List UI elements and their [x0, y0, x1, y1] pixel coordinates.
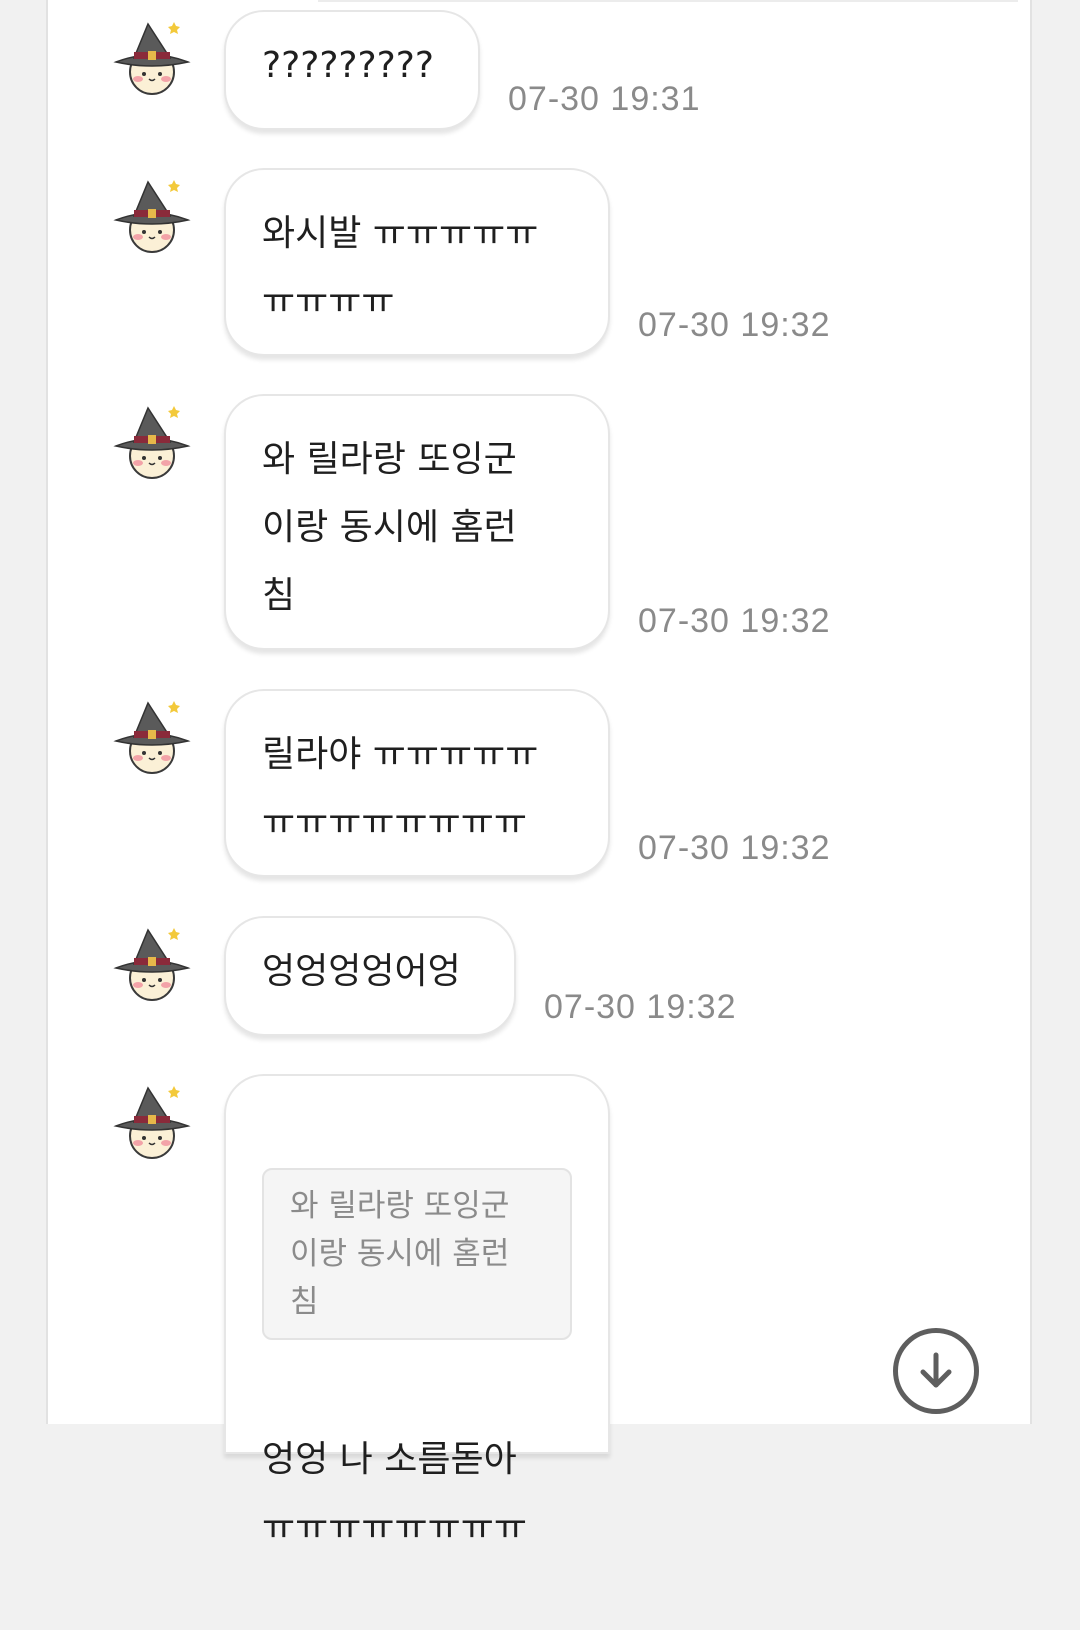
witch-hat-avatar-icon[interactable] [112, 402, 192, 482]
message-timestamp: 07-30 19:31 [508, 80, 701, 118]
message-bubble[interactable]: 와시발 ㅠㅠㅠㅠㅠ ㅠㅠㅠㅠ [224, 168, 610, 356]
reply-message-bubble[interactable]: 와 릴라랑 또잉군 이랑 동시에 홈런 침 엉엉 나 소름돋아 ㅠㅠㅠㅠㅠㅠㅠㅠ [224, 1074, 610, 1548]
message-timestamp: 07-30 19:32 [638, 829, 831, 867]
reply-text: 엉엉 나 소름돋아 ㅠㅠㅠㅠㅠㅠㅠㅠ [262, 1439, 527, 1548]
message-timestamp: 07-30 19:32 [638, 306, 831, 344]
quoted-message[interactable]: 와 릴라랑 또잉군 이랑 동시에 홈런 침 [262, 1168, 572, 1340]
message-timestamp: 07-30 19:32 [544, 988, 737, 1026]
witch-hat-avatar-icon[interactable] [112, 18, 192, 98]
arrow-down-icon [920, 1352, 952, 1388]
witch-hat-avatar-icon[interactable] [112, 176, 192, 256]
chat-panel[interactable]: ????????? 07-30 19:31 와시발 ㅠㅠㅠㅠㅠ ㅠㅠㅠㅠ 07-… [46, 0, 1032, 1548]
message-timestamp: 07-30 19:32 [638, 602, 831, 640]
message-bubble[interactable]: 릴라야 ㅠㅠㅠㅠㅠ ㅠㅠㅠㅠㅠㅠㅠㅠ [224, 689, 610, 877]
message-bubble[interactable]: 엉엉엉엉어엉 [224, 916, 516, 1036]
divider [318, 0, 1018, 2]
message-bubble[interactable]: ????????? [224, 10, 480, 130]
scroll-to-bottom-button[interactable] [893, 1328, 979, 1414]
witch-hat-avatar-icon[interactable] [112, 924, 192, 1004]
message-bubble[interactable]: 와 릴라랑 또잉군 이랑 동시에 홈런 침 [224, 394, 610, 650]
witch-hat-avatar-icon[interactable] [112, 1082, 192, 1162]
witch-hat-avatar-icon[interactable] [112, 697, 192, 777]
